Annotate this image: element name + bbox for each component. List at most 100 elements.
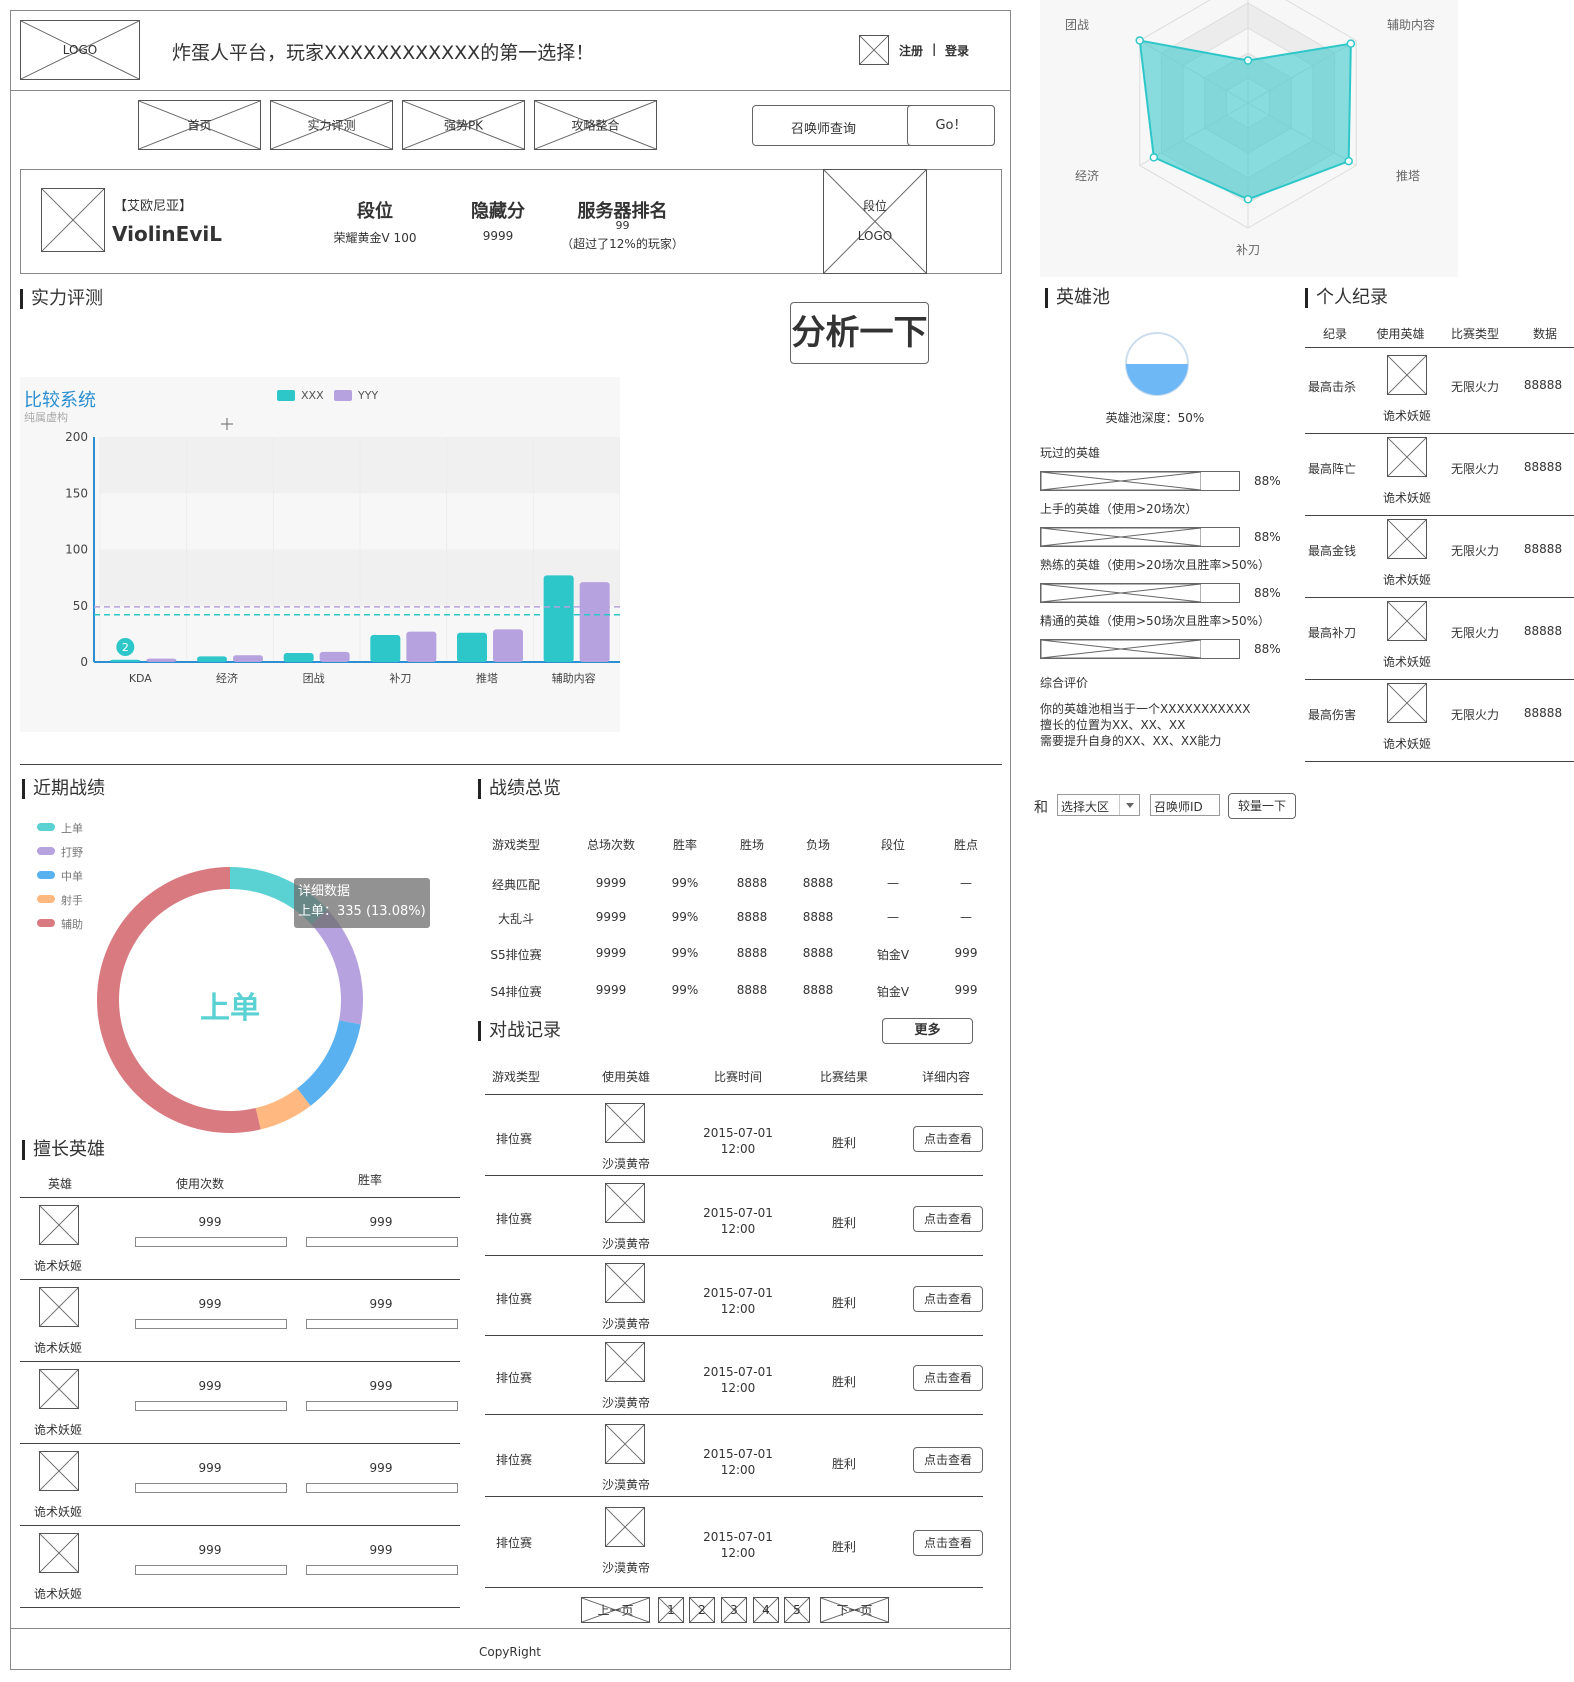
overview-header-1: 游戏类型 [491, 838, 540, 852]
page-button-1-label: 1 [667, 1603, 675, 1617]
page-button-3[interactable]: 3 [721, 1597, 747, 1623]
best-hero-name: 诡术妖姬 [33, 1423, 82, 1437]
battle-hero-name: 沙漠黄帝 [601, 1396, 650, 1410]
battle-time: 12:00 [720, 1463, 756, 1477]
battle-hero-name: 沙漠黄帝 [601, 1478, 650, 1492]
region-select[interactable]: 选择大区 [1057, 794, 1140, 816]
battle-result: 胜利 [831, 1375, 856, 1389]
battle-detail-button[interactable]: 点击查看 [913, 1286, 983, 1312]
best-rate-value: 999 [369, 1215, 393, 1229]
record-divider [1305, 515, 1574, 516]
summoner-id-input[interactable]: 召唤师ID [1150, 794, 1220, 816]
page-button-4[interactable]: 4 [753, 1597, 779, 1623]
record-divider [1305, 433, 1574, 434]
record-hero-icon [1387, 519, 1427, 559]
more-button[interactable]: 更多 [882, 1018, 973, 1044]
footer-divider [10, 1628, 1011, 1629]
nav-item-2[interactable]: 实力评测 [270, 100, 393, 150]
copyright: CopyRight [478, 1645, 542, 1659]
battle-row-divider [485, 1335, 983, 1336]
best-uses-value: 999 [198, 1543, 222, 1557]
best-rate-value: 999 [369, 1461, 393, 1475]
battles-header-2: 使用英雄 [601, 1070, 650, 1084]
pool-level-handy-pct: 88% [1254, 530, 1281, 544]
battle-type: 排位赛 [496, 1212, 533, 1226]
battle-detail-button[interactable]: 点击查看 [913, 1447, 983, 1473]
page-button-5[interactable]: 5 [784, 1597, 810, 1623]
record-hero-name: 诡术妖姬 [1382, 491, 1431, 505]
pool-level-handy-bar [1040, 527, 1240, 547]
battles-header-5: 详细内容 [921, 1070, 970, 1084]
best-row-divider [20, 1361, 460, 1362]
logo-label: LOGO [62, 43, 98, 57]
next-page-button-label: 下一页 [836, 1603, 873, 1618]
chart-x-tick: 推塔 [476, 671, 498, 685]
overview-cell: 大乱斗 [497, 912, 534, 926]
records-header-divider [1305, 347, 1574, 348]
overview-header-7: 胜点 [953, 838, 978, 852]
best-uses-value: 999 [198, 1297, 222, 1311]
page-button-2[interactable]: 2 [689, 1597, 715, 1623]
battle-detail-button[interactable]: 点击查看 [913, 1206, 983, 1232]
pool-level-played-label: 玩过的英雄 [1040, 446, 1101, 460]
page-button-2-label: 2 [698, 1603, 706, 1617]
battle-type: 排位赛 [496, 1371, 533, 1385]
nav-item-3[interactable]: 强势PK [402, 100, 525, 150]
nav-item-1-label: 首页 [187, 118, 212, 133]
next-page-button[interactable]: 下一页 [820, 1597, 889, 1623]
best-uses-bar [135, 1565, 287, 1575]
nav-item-1[interactable]: 首页 [138, 100, 261, 150]
best-uses-bar [135, 1319, 287, 1329]
chart-y-tick: 150 [65, 486, 88, 500]
battle-row-divider [485, 1255, 983, 1256]
battle-detail-button[interactable]: 点击查看 [913, 1365, 983, 1391]
battle-detail-button[interactable]: 点击查看 [913, 1126, 983, 1152]
battle-hero-icon [605, 1507, 645, 1547]
pool-level-skilled-label: 熟练的英雄（使用>20场次且胜率>50%） [1040, 558, 1271, 572]
region-select-value: 选择大区 [1061, 800, 1110, 814]
pool-level-skilled-pct: 88% [1254, 586, 1281, 600]
page-button-1[interactable]: 1 [658, 1597, 684, 1623]
battle-hero-name: 沙漠黄帝 [601, 1237, 650, 1251]
record-value: 88888 [1523, 460, 1563, 474]
hero-pool-gauge [1125, 332, 1189, 396]
best-heroes-title: 擅长英雄 [22, 1140, 105, 1160]
records-header-3: 比赛类型 [1450, 327, 1499, 341]
go-button[interactable]: Go！ [907, 105, 995, 146]
battle-hero-icon [605, 1103, 645, 1143]
best-hero-name: 诡术妖姬 [33, 1505, 82, 1519]
battle-time: 12:00 [720, 1142, 756, 1156]
battle-time: 12:00 [720, 1546, 756, 1560]
pool-level-played-bar [1040, 471, 1240, 491]
avatar [41, 188, 105, 252]
battle-hero-name: 沙漠黄帝 [601, 1561, 650, 1575]
battles-header-divider [485, 1094, 983, 1095]
compete-button[interactable]: 较量一下 [1228, 793, 1296, 819]
best-header-uses: 使用次数 [175, 1177, 224, 1191]
records-title: 个人纪录 [1305, 288, 1388, 308]
pool-bar-fill [1041, 584, 1201, 602]
recent-legend-label: 射手 [61, 894, 83, 907]
radar-label: 推塔 [1396, 169, 1420, 183]
donut-tooltip-text: 上单：335 (13.08%) [298, 904, 426, 919]
compare-bar-chart: 0 50 100 150 200 XXX YYY KDA 经济 团战 补刀 推塔 辅助内容 2 [65, 389, 620, 685]
battle-result: 胜利 [831, 1540, 856, 1554]
best-hero-name: 诡术妖姬 [33, 1587, 82, 1601]
battle-type: 排位赛 [496, 1292, 533, 1306]
best-uses-bar [135, 1483, 287, 1493]
register-link[interactable]: 注册 [899, 42, 923, 59]
battle-detail-button[interactable]: 点击查看 [913, 1530, 983, 1556]
best-rate-bar [306, 1565, 458, 1575]
record-divider [1305, 679, 1574, 680]
login-link[interactable]: 登录 [945, 42, 969, 59]
analyze-button[interactable]: 分析一下 [790, 302, 929, 364]
overview-title: 战绩总览 [478, 779, 561, 799]
pool-level-skilled-bar [1040, 583, 1240, 603]
overview-cell: S4排位赛 [490, 985, 542, 999]
prev-page-button[interactable]: 上一页 [581, 1597, 650, 1623]
donut-slice-3[interactable] [297, 1020, 361, 1106]
records-header-4: 数据 [1532, 327, 1557, 341]
chart-y-tick: 50 [73, 599, 88, 613]
nav-item-4[interactable]: 攻略整合 [534, 100, 657, 150]
rank-title: 段位 [357, 201, 393, 222]
